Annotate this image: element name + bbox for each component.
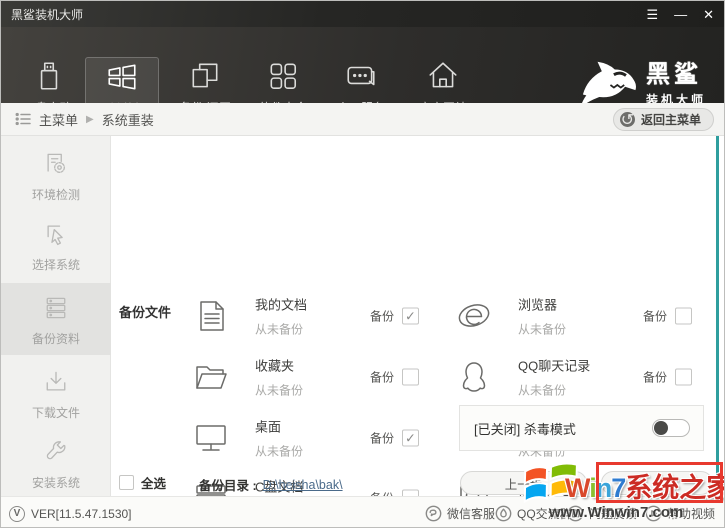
backup-item-qq-chat: QQ聊天记录 从未备份 备份 [454, 354, 692, 400]
ie-browser-icon [456, 298, 492, 334]
copy-pages-icon [188, 59, 222, 93]
usb-icon [32, 59, 66, 93]
undo-arrow-icon: ↺ [620, 112, 635, 127]
backup-checkbox-my-documents[interactable] [402, 308, 419, 325]
qq-penguin-icon [456, 359, 492, 395]
server-stack-icon [42, 294, 70, 322]
title-bar: 黑鲨装机大师 ☰ — ✕ [1, 1, 724, 27]
sidebar-item-select-system[interactable]: 选择系统 [1, 220, 111, 273]
backup-item-my-documents: 我的文档 从未备份 备份 [191, 293, 419, 339]
sidebar-item-download-files[interactable]: 下载文件 [1, 368, 111, 421]
logo-title: 黑鲨 [646, 62, 706, 88]
backup-checkbox-favorites[interactable] [402, 369, 419, 386]
antivirus-mode-box: [已关闭] 杀毒模式 [459, 405, 704, 451]
app-window: 黑鲨装机大师 ☰ — ✕ U盘启动 一键装机 备份/还原 [0, 0, 725, 528]
scrollbar-accent[interactable] [716, 136, 719, 496]
select-all-control[interactable]: 全选 [119, 473, 166, 492]
version-info: V VER[11.5.47.1530] [9, 497, 132, 528]
backup-item-browser: 浏览器 从未备份 备份 [454, 293, 692, 339]
window-title: 黑鲨装机大师 [11, 6, 83, 23]
backup-item-desktop: 桌面 从未备份 备份 [191, 415, 419, 461]
breadcrumb-arrow-icon: ▶ [86, 114, 94, 125]
backup-checkbox-desktop[interactable] [402, 430, 419, 447]
antivirus-toggle[interactable] [652, 419, 690, 437]
backup-directory: 备份目录 : D:\heisha\bak\ [199, 475, 343, 494]
toggle-knob [654, 421, 668, 435]
breadcrumb-current: 系统重装 [102, 110, 154, 129]
select-all-checkbox[interactable] [119, 475, 134, 490]
env-check-icon [42, 150, 70, 178]
qq-group-icon [495, 505, 512, 522]
step-sidebar: 环境检测 选择系统 备份资料 下载文件 安装系统 [1, 136, 111, 496]
breadcrumb-bar: 主菜单 ▶ 系统重装 ↺ 返回主菜单 [1, 103, 724, 136]
antivirus-mode-label: [已关闭] 杀毒模式 [474, 419, 576, 438]
home-icon [426, 59, 460, 93]
backup-checkbox-browser[interactable] [675, 308, 692, 325]
wechat-icon [425, 505, 442, 522]
return-main-menu-button[interactable]: ↺ 返回主菜单 [613, 108, 714, 131]
window-controls: ☰ — ✕ [646, 1, 714, 27]
cursor-select-icon [42, 220, 70, 248]
monitor-icon [193, 420, 229, 456]
close-icon[interactable]: ✕ [703, 8, 714, 21]
annotation-highlight-box [596, 462, 723, 503]
download-icon [42, 368, 70, 396]
menu-icon[interactable]: ☰ [646, 8, 658, 21]
footer-link-wechat[interactable]: 微信客服 [425, 497, 495, 528]
sidebar-item-install-system[interactable]: 安装系统 [1, 438, 111, 491]
version-icon: V [9, 506, 25, 522]
folder-icon [193, 359, 229, 395]
backup-directory-link[interactable]: D:\heisha\bak\ [263, 478, 343, 492]
backup-files-label: 备份文件 [119, 302, 171, 321]
app-grid-icon [266, 59, 300, 93]
watermark-url: www.Winwin7.com [549, 504, 683, 521]
list-icon [15, 111, 31, 127]
sidebar-item-backup-data[interactable]: 备份资料 [1, 294, 111, 347]
chat-bubble-icon [344, 59, 378, 93]
backup-item-favorites: 收藏夹 从未备份 备份 [191, 354, 419, 400]
windows-grid-icon [105, 60, 139, 94]
backup-checkbox-qq-chat[interactable] [675, 369, 692, 386]
main-nav: U盘启动 一键装机 备份/还原 软件大全 [1, 27, 724, 103]
minimize-icon[interactable]: — [674, 8, 687, 21]
wrench-icon [42, 438, 70, 466]
breadcrumb-root[interactable]: 主菜单 [39, 110, 78, 129]
sidebar-item-env-check[interactable]: 环境检测 [1, 150, 111, 203]
document-icon [193, 298, 229, 334]
